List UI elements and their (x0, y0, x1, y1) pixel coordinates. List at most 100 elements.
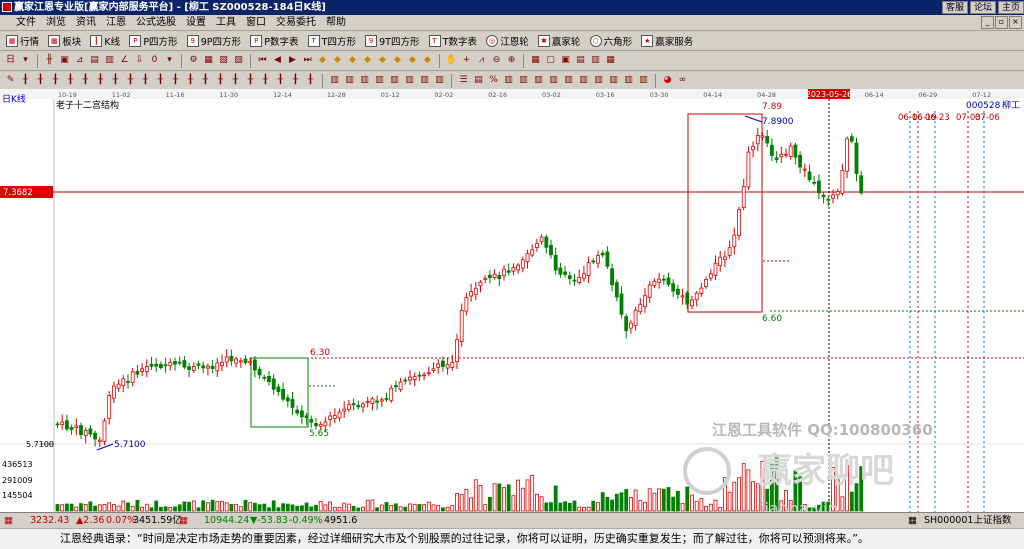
bar-tool-9-icon[interactable]: ╂ (139, 74, 152, 87)
bar-tool-4-icon[interactable]: ╂ (64, 74, 77, 87)
stat-tool-3-icon[interactable]: ▥ (532, 74, 545, 87)
prev-bar-icon[interactable]: ◀ (271, 54, 284, 67)
restore-icon[interactable]: ▫ (995, 16, 1008, 29)
menu-settings[interactable]: 设置 (181, 15, 211, 30)
menu-formula[interactable]: 公式选股 (131, 15, 181, 30)
bar-tool-17-icon[interactable]: ╂ (259, 74, 272, 87)
arrow-down-icon[interactable]: ⇩ (133, 54, 146, 67)
diamond-8-icon[interactable]: ◆ (421, 54, 434, 67)
window-d-icon[interactable]: ▥ (589, 54, 602, 67)
diamond-4-icon[interactable]: ◆ (361, 54, 374, 67)
diamond-7-icon[interactable]: ◆ (406, 54, 419, 67)
toolbar-t-number[interactable]: T T数字表 (428, 31, 477, 50)
next-bar-icon[interactable]: ▶ (286, 54, 299, 67)
zoom-out-icon[interactable]: ⊖ (490, 54, 503, 67)
first-bar-icon[interactable]: ⏮ (256, 54, 269, 67)
menu-tools[interactable]: 工具 (211, 15, 241, 30)
book-tool-5-icon[interactable]: ▥ (388, 74, 401, 87)
close-icon[interactable]: × (1009, 16, 1022, 29)
bar-tool-3-icon[interactable]: ╂ (49, 74, 62, 87)
kline-chart[interactable]: 10-19 11-02 11-16 11-30 12-14 12-28 01-12 02-02… (0, 89, 1024, 518)
grid-tool-icon[interactable]: ▣ (58, 54, 71, 67)
window-b-icon[interactable]: ▣ (559, 54, 572, 67)
table-tool-icon[interactable]: ▥ (103, 54, 116, 67)
stat-tool-7-icon[interactable]: ▥ (592, 74, 605, 87)
right-index[interactable]: SH000001上证指数 (924, 513, 1011, 528)
bar-tool-11-icon[interactable]: ╂ (169, 74, 182, 87)
menu-gann[interactable]: 江恩 (101, 15, 131, 30)
stat-tool-2-icon[interactable]: ▥ (517, 74, 530, 87)
diamond-3-icon[interactable]: ◆ (346, 54, 359, 67)
crosshair-icon[interactable]: + (460, 54, 473, 67)
menu-window[interactable]: 窗口 (241, 15, 271, 30)
tool-c-icon[interactable]: ▨ (232, 54, 245, 67)
toolbar-p-square[interactable]: P P四方形 (129, 31, 178, 50)
toolbar-hexagon[interactable]: ⬡ 六角形 (589, 31, 632, 50)
bar-tool-16-icon[interactable]: ╂ (244, 74, 257, 87)
toolbar-t-square[interactable]: T T四方形 (307, 31, 356, 50)
dropdown-icon[interactable]: ▾ (19, 54, 32, 67)
toolbar-winner-wheel[interactable]: ✱ 赢家轮 (537, 31, 580, 50)
toolbar-p-number[interactable]: P P数字表 (250, 31, 298, 50)
diamond-6-icon[interactable]: ◆ (391, 54, 404, 67)
toolbar-kline[interactable]: ┃ K线 (90, 31, 120, 50)
stat-tool-1-icon[interactable]: ▥ (502, 74, 515, 87)
toolbar-gann-wheel[interactable]: ◎ 江恩轮 (486, 31, 529, 50)
fan-tool-icon[interactable]: ⊿ (73, 54, 86, 67)
zigzag-tool-icon[interactable]: ⩘ (475, 54, 488, 67)
box-tool-icon[interactable]: ▤ (88, 54, 101, 67)
window-c-icon[interactable]: ▤ (574, 54, 587, 67)
bar-tool-6-icon[interactable]: ╂ (94, 74, 107, 87)
diamond-1-icon[interactable]: ◆ (316, 54, 329, 67)
kline-svg[interactable]: 10-19 11-02 11-16 11-30 12-14 12-28 01-12 02-02… (0, 89, 1024, 518)
menu-help[interactable]: 帮助 (321, 15, 351, 30)
bar-tool-14-icon[interactable]: ╂ (214, 74, 227, 87)
tool-a-icon[interactable]: ▦ (202, 54, 215, 67)
dropdown2-icon[interactable]: ▾ (163, 54, 176, 67)
book-tool-1-icon[interactable]: ▥ (328, 74, 341, 87)
toolbar-sectors[interactable]: ▩ 板块 (48, 31, 81, 50)
bar-tool-20-icon[interactable]: ╂ (304, 74, 317, 87)
book-tool-6-icon[interactable]: ▥ (403, 74, 416, 87)
toolbar-quotes[interactable]: ▦ 行情 (6, 31, 39, 50)
bar-tool-18-icon[interactable]: ╂ (274, 74, 287, 87)
list-tool-icon[interactable]: ☰ (457, 74, 470, 87)
stat-tool-9-icon[interactable]: ▥ (622, 74, 635, 87)
book-tool-2-icon[interactable]: ▥ (343, 74, 356, 87)
menu-news[interactable]: 资讯 (71, 15, 101, 30)
bar-tool-7-icon[interactable]: ╂ (109, 74, 122, 87)
forum-link[interactable]: 论坛 (969, 1, 996, 14)
stat-tool-4-icon[interactable]: ▥ (547, 74, 560, 87)
bar-tool-8-icon[interactable]: ╂ (124, 74, 137, 87)
calendar-icon[interactable]: ▦ (529, 54, 542, 67)
percent-icon[interactable]: % (487, 74, 500, 87)
toolbar-service[interactable]: ★ 赢家服务 (641, 31, 693, 50)
menu-browse[interactable]: 浏览 (41, 15, 71, 30)
last-bar-icon[interactable]: ⏭ (301, 54, 314, 67)
pen-tool-icon[interactable]: ✎ (4, 74, 17, 87)
book-tool-4-icon[interactable]: ▥ (373, 74, 386, 87)
bar-tool-10-icon[interactable]: ╂ (154, 74, 167, 87)
chart-settings-icon[interactable]: ⚙ (187, 54, 200, 67)
stat-tool-6-icon[interactable]: ▥ (577, 74, 590, 87)
infinity-icon[interactable]: ∞ (676, 74, 689, 87)
stat-tool-5-icon[interactable]: ▥ (562, 74, 575, 87)
home-link[interactable]: 主页 (997, 1, 1024, 14)
diamond-5-icon[interactable]: ◆ (376, 54, 389, 67)
bar-tool-1-icon[interactable]: ╂ (19, 74, 32, 87)
book-tool-3-icon[interactable]: ▥ (358, 74, 371, 87)
stat-tool-10-icon[interactable]: ▥ (637, 74, 650, 87)
bar-tool-5-icon[interactable]: ╂ (79, 74, 92, 87)
chart-tool-icon[interactable]: ▤ (472, 74, 485, 87)
zoom-in-icon[interactable]: ⊕ (505, 54, 518, 67)
menu-trade[interactable]: 交易委托 (271, 15, 321, 30)
stat-tool-8-icon[interactable]: ▥ (607, 74, 620, 87)
period-day-icon[interactable]: 日 (4, 54, 17, 67)
tool-b-icon[interactable]: ▧ (217, 54, 230, 67)
line-tool-icon[interactable]: ╫ (43, 54, 56, 67)
window-e-icon[interactable]: ▦ (604, 54, 617, 67)
zero-tool-icon[interactable]: 0 (148, 54, 161, 67)
hand-tool-icon[interactable]: ✋ (445, 54, 458, 67)
bar-tool-13-icon[interactable]: ╂ (199, 74, 212, 87)
bar-tool-12-icon[interactable]: ╂ (184, 74, 197, 87)
